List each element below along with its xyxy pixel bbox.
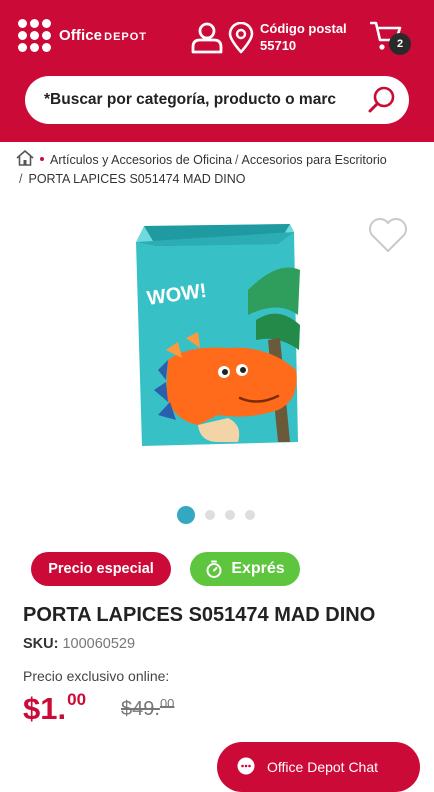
breadcrumb-dot [40, 157, 44, 161]
postal-code[interactable]: Código postal 55710 [260, 20, 347, 54]
carousel-dot-3[interactable] [225, 510, 235, 520]
menu-dots-icon[interactable] [18, 19, 51, 52]
favorite-heart-icon[interactable] [367, 216, 409, 254]
breadcrumb-current: PORTA LAPICES S051474 MAD DINO [28, 172, 246, 186]
special-price-badge: Precio especial [31, 552, 171, 586]
original-price: $49.00 [121, 696, 175, 720]
carousel-dot-1[interactable] [177, 506, 195, 524]
sku-value: 100060529 [62, 636, 136, 652]
postal-code-label: Código postal [260, 21, 347, 36]
express-badge: Exprés [190, 552, 300, 586]
location-pin-icon[interactable] [228, 22, 254, 54]
search-bar[interactable]: *Buscar por categoría, producto o marc [25, 76, 409, 124]
sku-label: SKU: [23, 636, 59, 652]
stopwatch-icon [206, 560, 222, 578]
product-title: PORTA LAPICES S051474 MAD DINO [23, 604, 376, 626]
breadcrumb: Artículos y Accesorios de Oficina / Acceso… [16, 150, 416, 189]
chat-bubble-icon [237, 757, 255, 775]
search-input[interactable]: *Buscar por categoría, producto o marc [44, 91, 349, 109]
header: Office DEPOT Código postal 55710 2 *Busca… [0, 0, 434, 142]
office-depot-logo[interactable]: Office DEPOT [18, 19, 147, 52]
breadcrumb-link-escritorio[interactable]: Accesorios para Escritorio [242, 153, 387, 167]
home-icon[interactable] [16, 150, 34, 166]
carousel-dot-4[interactable] [245, 510, 255, 520]
product-sku: SKU: 100060529 [23, 636, 135, 652]
breadcrumb-link-oficina[interactable]: Artículos y Accesorios de Oficina [50, 153, 232, 167]
chat-button[interactable]: Office Depot Chat [217, 742, 420, 792]
brand-name: Office DEPOT [59, 27, 148, 44]
user-account-icon[interactable] [190, 20, 224, 54]
current-price: $1.00 [23, 690, 87, 726]
search-icon[interactable] [367, 85, 397, 115]
cart-count-badge: 2 [389, 33, 411, 55]
chat-label: Office Depot Chat [267, 759, 379, 775]
image-carousel-dots[interactable] [177, 506, 255, 524]
online-price-label: Precio exclusivo online: [23, 668, 170, 684]
carousel-dot-2[interactable] [205, 510, 215, 520]
postal-code-value: 55710 [260, 38, 297, 53]
express-label: Exprés [231, 560, 285, 577]
product-image[interactable]: WOW! [128, 220, 306, 452]
